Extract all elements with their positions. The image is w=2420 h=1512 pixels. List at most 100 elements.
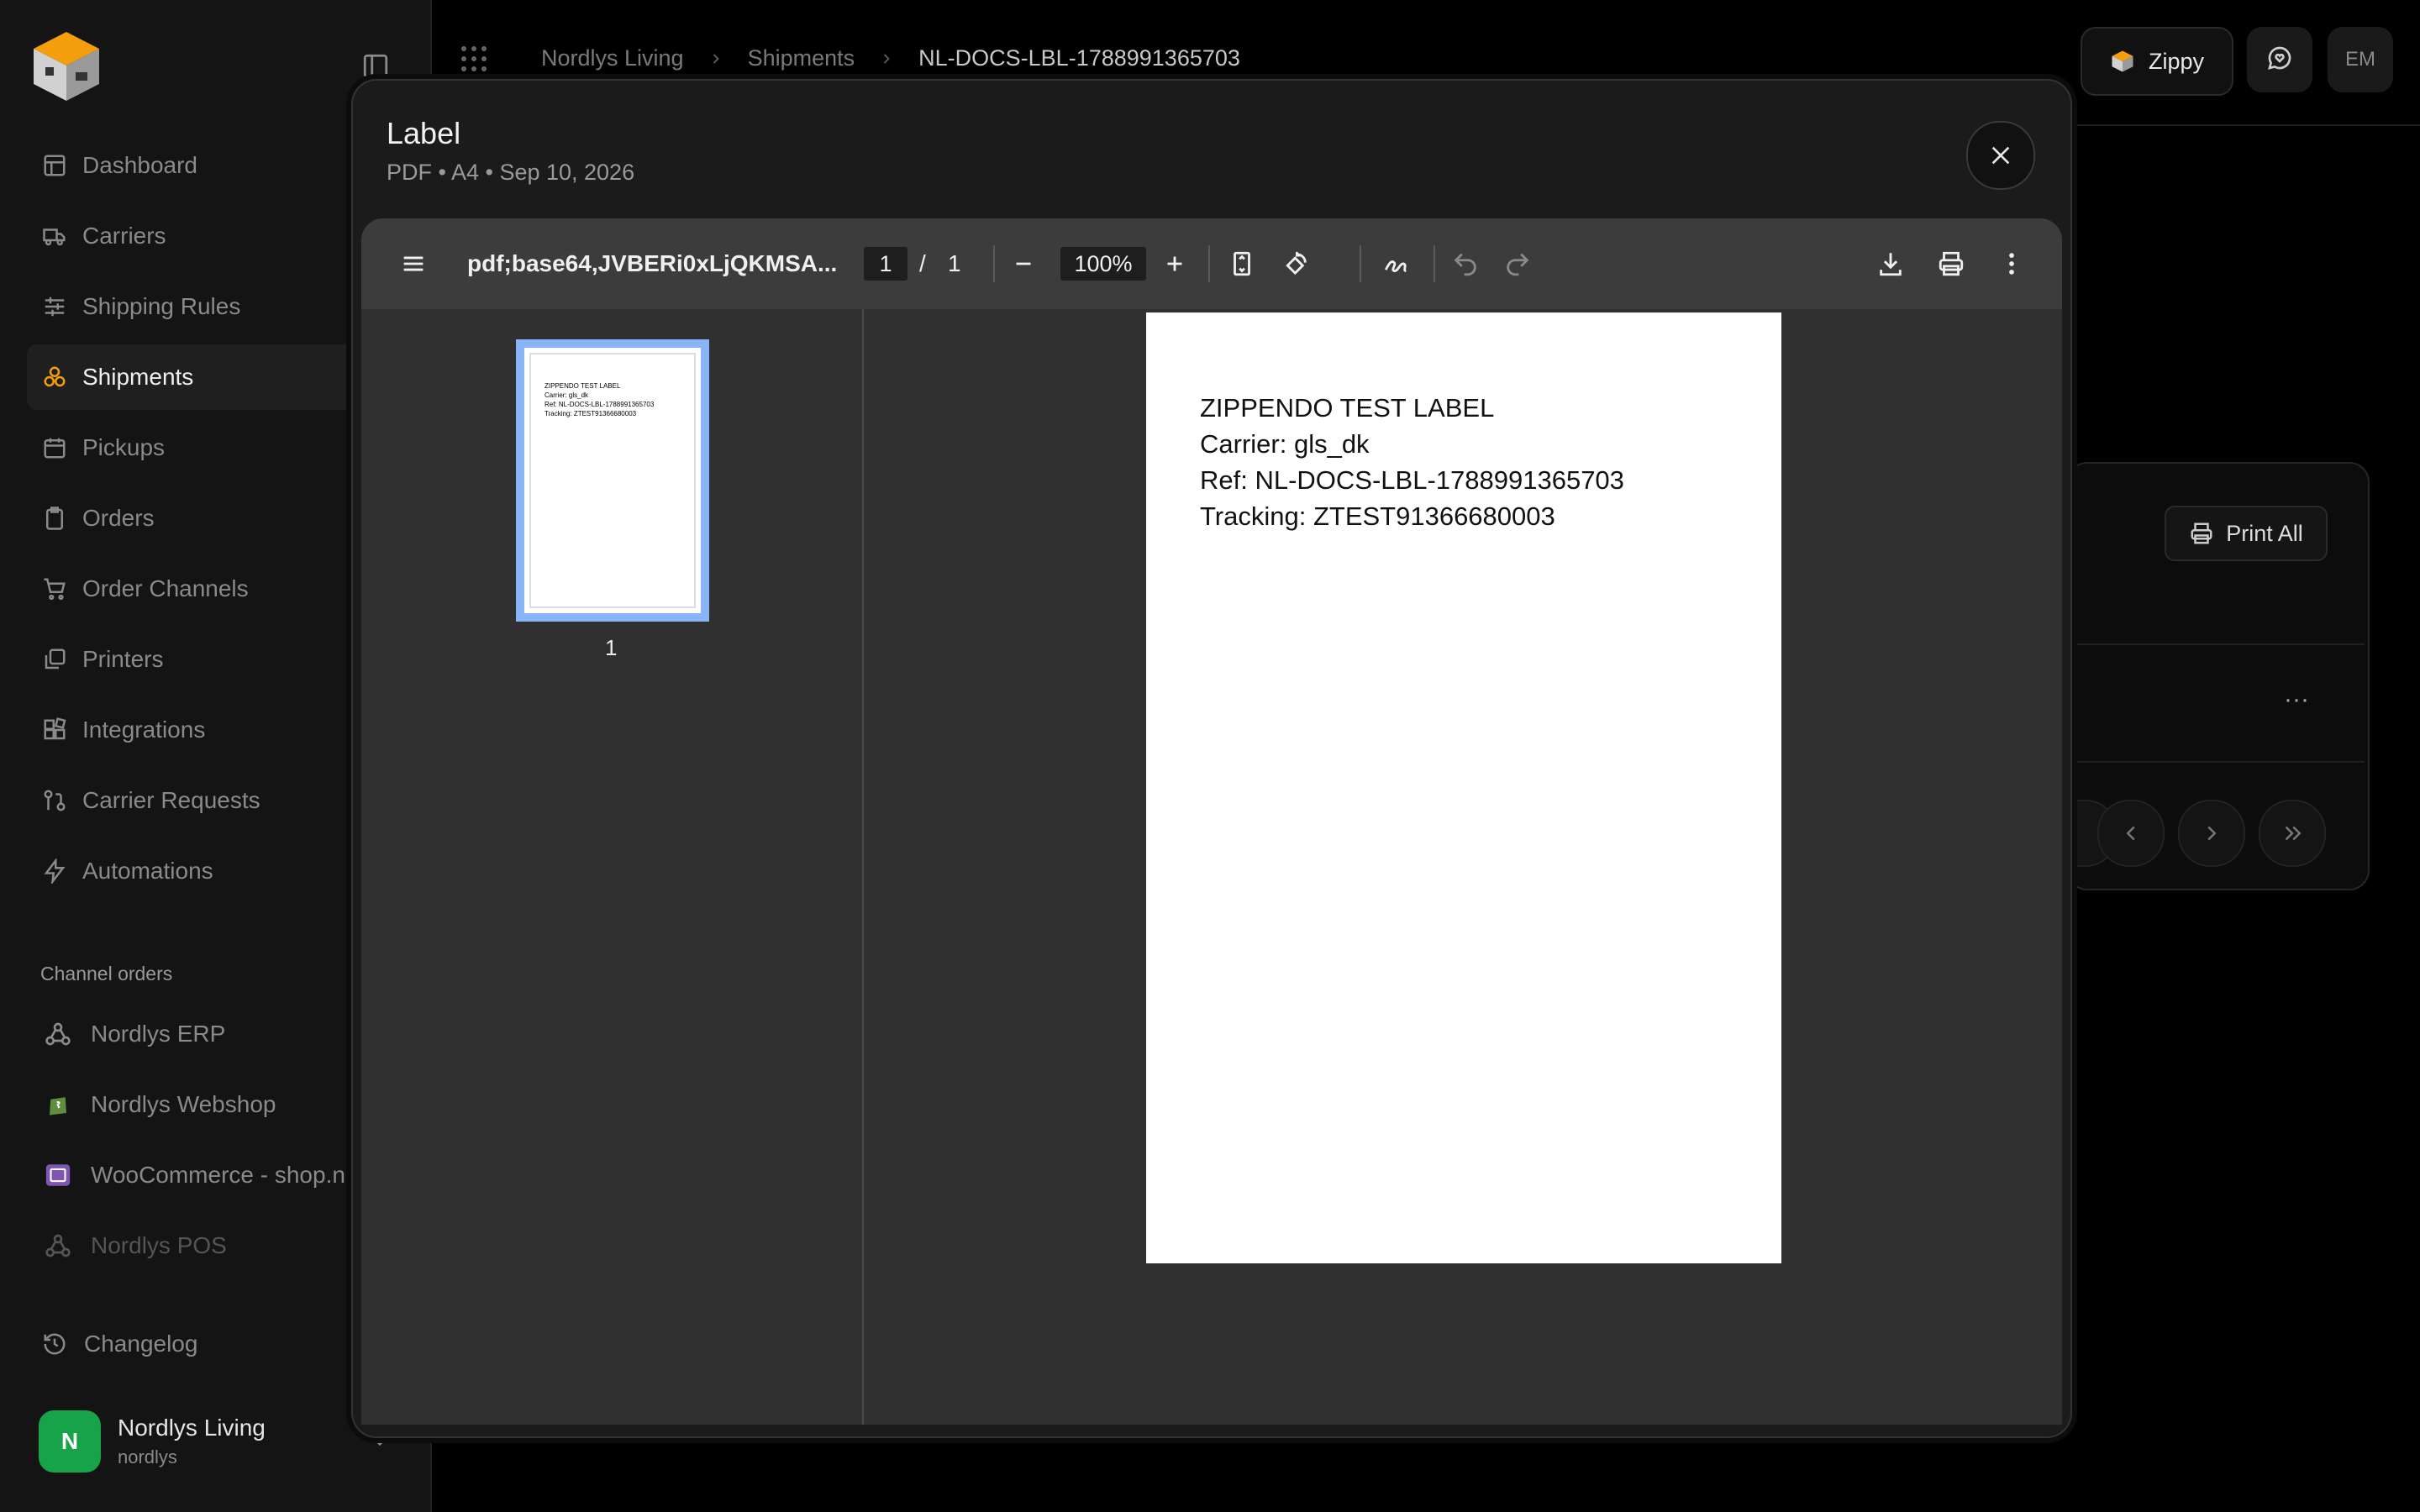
toolbar-divider [993,245,995,282]
chevron-right-icon [884,53,890,64]
divider [2069,643,2365,645]
toolbar-divider [1360,245,1361,282]
sidebar-item-label: Orders [82,505,155,531]
dialog-title: Label [387,116,461,150]
pagination-prev-button[interactable] [2097,800,2165,867]
channel-label: WooCommerce - shop.no [91,1162,359,1188]
chevron-right-icon [713,53,719,64]
label-carrier: Carrier: gls_dk [1200,429,1370,459]
zippy-logo-icon [2110,49,2135,74]
chat-heart-icon [2266,45,2293,76]
sidebar-nav: Dashboard Carriers Shipping Rules Shipme… [27,133,405,909]
git-pull-icon [42,788,67,813]
sidebar-item-order-channels[interactable]: Order Channels [27,556,405,622]
channel-item-nordlys-erp[interactable]: Nordlys ERP [27,1001,405,1067]
channel-item-woocommerce[interactable]: WooCommerce - shop.no [27,1142,405,1208]
chevrons-right-icon [2285,826,2302,841]
app-logo[interactable] [29,29,104,104]
zoom-level-input[interactable]: 100% [1060,247,1146,281]
history-icon [42,1331,67,1357]
sidebar-item-carriers[interactable]: Carriers [27,203,405,269]
cart-icon [42,576,67,601]
sidebar-item-pickups[interactable]: Pickups [27,415,405,480]
page-thumbnail[interactable]: ZIPPENDO TEST LABEL Carrier: gls_dk Ref:… [516,339,709,622]
sidebar-item-dashboard[interactable]: Dashboard [27,133,405,198]
redo-icon[interactable] [1501,247,1534,281]
channel-label: Nordlys Webshop [91,1091,276,1117]
sidebar-item-shipments[interactable]: Shipments [27,344,405,410]
pagination-last-button[interactable] [2259,800,2326,867]
assistant-button[interactable]: Zippy [2081,27,2233,96]
pdf-toolbar: pdf;base64,JVBERi0xLjQKMSA... 1 / 1 100% [361,218,2062,309]
changelog-link[interactable]: Changelog [42,1331,197,1357]
sidebar-item-label: Pickups [82,434,166,460]
clipboard-icon [42,506,67,531]
menu-icon[interactable] [397,247,430,281]
thumb-line: Ref: NL-DOCS-LBL-1788991365703 [544,401,655,408]
breadcrumb-current: NL-DOCS-LBL-1788991365703 [918,45,1240,71]
sliders-icon [42,294,67,319]
shopify-icon [42,1089,74,1121]
account-name: Nordlys Living [118,1415,266,1441]
toolbar-divider [1434,245,1435,282]
sidebar-item-carrier-requests[interactable]: Carrier Requests [27,768,405,833]
page-separator: / [919,250,926,276]
boxes-icon [42,365,67,390]
webhook-icon [42,1018,74,1050]
sidebar-item-printers[interactable]: Printers [27,627,405,692]
channel-label: Nordlys ERP [91,1021,226,1047]
sidebar-item-automations[interactable]: Automations [27,838,405,904]
account-slug: nordlys [118,1446,177,1467]
channel-item-nordlys-pos[interactable]: Nordlys POS [27,1213,405,1278]
sidebar-item-shipping-rules[interactable]: Shipping Rules [27,274,405,339]
download-icon[interactable] [1874,247,1907,281]
sidebar-item-label: Carrier Requests [82,787,260,813]
sidebar-item-label: Integrations [82,717,206,743]
channel-label: Nordlys POS [91,1232,227,1258]
annotate-icon[interactable] [1380,247,1413,281]
breadcrumb: Nordlys Living Shipments NL-DOCS-LBL-178… [541,45,1240,71]
avatar: N [39,1410,101,1473]
channel-item-nordlys-webshop[interactable]: Nordlys Webshop [27,1072,405,1137]
zoom-in-icon[interactable] [1158,247,1192,281]
dialog-subtitle: PDF • A4 • Sep 10, 2026 [387,160,635,185]
webhook-icon [42,1230,74,1262]
thumbnail-sidebar: ZIPPENDO TEST LABEL Carrier: gls_dk Ref:… [361,309,864,1425]
print-all-button[interactable]: Print All [2165,506,2328,561]
sidebar-item-label: Automations [82,858,213,884]
user-menu-button[interactable]: EM [2328,27,2393,92]
more-vertical-icon[interactable] [1995,247,2028,281]
sidebar-item-integrations[interactable]: Integrations [27,697,405,763]
pdf-viewer: pdf;base64,JVBERi0xLjQKMSA... 1 / 1 100% [361,218,2062,1425]
close-icon [1991,146,2010,165]
rotate-icon[interactable] [1279,247,1313,281]
thumbnail-text: ZIPPENDO TEST LABEL Carrier: gls_dk Ref:… [544,381,654,418]
truck-icon [42,223,67,249]
close-button[interactable] [1966,121,2035,190]
breadcrumb-item[interactable]: Nordlys Living [541,45,684,71]
zoom-out-icon[interactable] [1007,247,1040,281]
label-ref: Ref: NL-DOCS-LBL-1788991365703 [1200,465,1624,495]
sidebar-item-orders[interactable]: Orders [27,486,405,551]
label-preview-dialog: Label PDF • A4 • Sep 10, 2026 pdf;base64… [351,79,2072,1438]
divider [2069,761,2365,763]
support-chat-button[interactable] [2247,27,2312,92]
fit-page-icon[interactable] [1225,247,1259,281]
sidebar-item-label: Carriers [82,223,166,249]
thumbnail-page-number: 1 [605,635,618,660]
page-total: 1 [948,250,961,276]
row-more-button[interactable]: ··· [2277,685,2316,719]
breadcrumb-item[interactable]: Shipments [748,45,855,71]
pagination-next-button[interactable] [2178,800,2245,867]
page-number-input[interactable]: 1 [864,247,908,281]
account-switcher[interactable]: N Nordlys Living nordlys [39,1410,392,1473]
sidebar-toggle-icon[interactable] [361,52,390,81]
channel-orders-heading: Channel orders [40,963,173,984]
undo-icon[interactable] [1449,247,1482,281]
channel-list: Nordlys ERP Nordlys Webshop WooCommerce … [27,1001,405,1284]
apps-grid-icon[interactable] [459,44,489,74]
print-icon[interactable] [1934,247,1968,281]
printer-icon [2189,521,2214,546]
print-all-label: Print All [2226,520,2303,546]
thumbnail-page: ZIPPENDO TEST LABEL Carrier: gls_dk Ref:… [529,353,696,608]
